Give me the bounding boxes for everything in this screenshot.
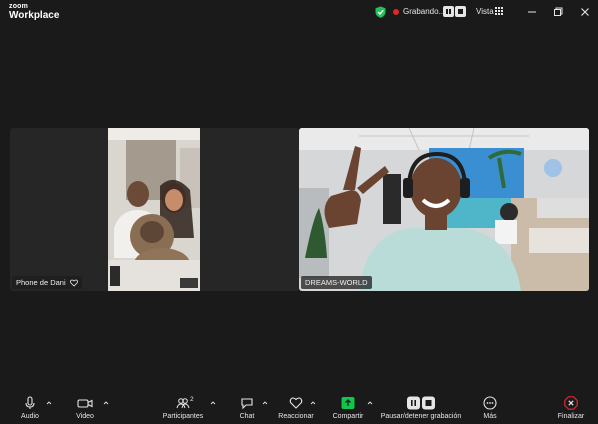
participants-count-badge: 2 — [190, 396, 194, 403]
more-options-icon — [483, 396, 497, 410]
participant-video — [299, 128, 589, 291]
participant-name-tag: DREAMS-WORLD — [301, 276, 372, 289]
video-tile-dreams-world[interactable]: DREAMS-WORLD — [299, 128, 589, 291]
video-options-chevron-up-icon[interactable] — [103, 401, 109, 405]
app-logo: zoom Workplace — [9, 3, 59, 21]
chat-options-chevron-up-icon[interactable] — [262, 401, 268, 405]
logo-workplace-text: Workplace — [9, 10, 60, 21]
more-button[interactable]: Más — [478, 396, 502, 422]
more-label: Más — [483, 413, 497, 420]
end-meeting-button[interactable]: Finalizar — [554, 396, 588, 422]
video-label: Video — [76, 413, 94, 420]
pause-recording-button[interactable] — [443, 6, 454, 17]
reactions-button[interactable]: Reaccionar — [276, 396, 316, 422]
stop-icon — [458, 9, 463, 14]
heart-icon[interactable] — [69, 279, 78, 287]
pause-icon — [446, 9, 451, 14]
share-options-chevron-up-icon[interactable] — [367, 401, 373, 405]
reactions-options-chevron-up-icon[interactable] — [310, 401, 316, 405]
participants-button[interactable]: Participantes — [160, 396, 206, 422]
title-bar: zoom Workplace Grabando... Vista — [0, 0, 598, 26]
end-meeting-label: Finalizar — [557, 413, 585, 420]
share-screen-icon — [341, 397, 355, 409]
participant-name: Phone de Dani — [16, 278, 66, 287]
share-button[interactable]: Compartir — [330, 396, 366, 422]
shield-check-icon[interactable] — [375, 6, 386, 18]
chat-label: Chat — [239, 413, 255, 420]
participant-name: DREAMS-WORLD — [305, 278, 368, 287]
participants-label: Participantes — [162, 413, 204, 420]
recording-indicator-icon — [393, 9, 399, 15]
video-tile-phone-de-dani[interactable]: Phone de Dani — [10, 128, 299, 291]
pause-stop-recording-button[interactable]: Pausar/detener grabación — [378, 396, 464, 422]
participant-name-tag: Phone de Dani — [12, 276, 82, 289]
audio-options-chevron-up-icon[interactable] — [46, 401, 52, 405]
reactions-label: Reaccionar — [278, 413, 314, 420]
video-button[interactable]: Video — [70, 396, 100, 422]
chat-button[interactable]: Chat — [234, 396, 260, 422]
view-button[interactable]: Vista — [476, 7, 494, 16]
grid-view-icon[interactable] — [495, 7, 503, 15]
restore-button[interactable] — [551, 5, 565, 19]
recording-status-label: Grabando... — [403, 7, 446, 16]
heart-reaction-icon — [289, 397, 303, 409]
end-meeting-icon — [564, 396, 578, 410]
pause-stop-recording-label: Pausar/detener grabación — [380, 413, 462, 420]
microphone-icon — [25, 396, 35, 409]
chat-bubble-icon — [241, 398, 253, 410]
minimize-button[interactable] — [525, 5, 539, 19]
share-label: Compartir — [332, 413, 364, 420]
stop-recording-button[interactable] — [455, 6, 466, 17]
pause-stop-recording-icon — [407, 396, 435, 410]
audio-label: Audio — [21, 413, 39, 420]
participants-options-chevron-up-icon[interactable] — [210, 401, 216, 405]
logo-zoom-text: zoom — [9, 3, 29, 10]
meeting-toolbar: Audio Video Participantes 2 Chat Reaccio… — [0, 392, 598, 424]
audio-button[interactable]: Audio — [14, 396, 46, 422]
participant-video — [10, 128, 299, 291]
close-button[interactable] — [578, 5, 592, 19]
video-camera-icon — [77, 399, 93, 408]
